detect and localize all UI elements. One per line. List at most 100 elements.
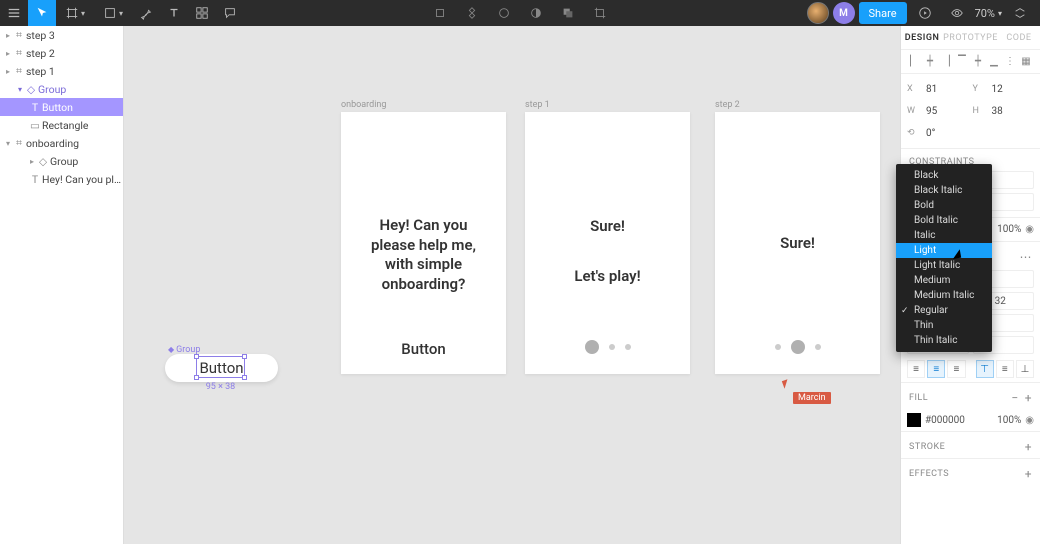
fill-add-icon[interactable]: + xyxy=(1025,391,1032,405)
toolbar-center xyxy=(426,0,614,26)
move-tool[interactable] xyxy=(28,0,56,26)
layer-step3[interactable]: ▸⌗step 3 xyxy=(0,26,123,44)
crop-icon[interactable] xyxy=(426,0,454,26)
cursor-icon xyxy=(952,247,960,260)
comment-tool[interactable] xyxy=(216,0,244,26)
stroke-title: STROKE+ xyxy=(901,431,1040,458)
opacity-value[interactable]: 100% xyxy=(987,224,1021,235)
contrast-icon[interactable] xyxy=(522,0,550,26)
align-right-icon[interactable]: ▕ xyxy=(939,55,953,69)
component-create-icon[interactable] xyxy=(458,0,486,26)
step2-heading: Sure! xyxy=(715,234,880,254)
font-weight-option[interactable]: Medium xyxy=(896,273,992,288)
transform-props: X Y W H ⟲ xyxy=(901,74,1040,148)
present-icon[interactable] xyxy=(911,0,939,26)
frame-title-onboarding[interactable]: onboarding xyxy=(341,100,386,110)
align-vcenter-icon[interactable]: ┿ xyxy=(971,55,985,69)
layer-group[interactable]: ▾◇Group xyxy=(0,80,123,98)
layer-onboarding[interactable]: ▾⌗onboarding xyxy=(0,134,123,152)
font-weight-option[interactable]: Medium Italic xyxy=(896,288,992,303)
frame-title-step2[interactable]: step 2 xyxy=(715,100,740,110)
layer-step1[interactable]: ▸⌗step 1 xyxy=(0,62,123,80)
fill-row: #000000 100% ◉ xyxy=(901,409,1040,431)
dot-2 xyxy=(609,344,615,350)
input-x[interactable] xyxy=(923,80,969,98)
text-valign-mid[interactable]: ≡ xyxy=(996,360,1014,378)
tidy-icon[interactable]: ▦ xyxy=(1019,55,1033,69)
dot-1 xyxy=(585,340,599,354)
menu-icon[interactable] xyxy=(0,0,28,26)
fill-opacity[interactable]: 100% xyxy=(987,415,1021,426)
tab-design[interactable]: DESIGN xyxy=(901,26,943,49)
text-align-right[interactable]: ≡ xyxy=(947,360,965,378)
font-weight-option[interactable]: Light Italic xyxy=(896,258,992,273)
text-align-center[interactable]: ≡ xyxy=(927,360,945,378)
align-left-icon[interactable]: ▏ xyxy=(907,55,921,69)
font-weight-option[interactable]: Black xyxy=(896,168,992,183)
zoom-select[interactable]: 70%▾ xyxy=(975,7,1002,20)
font-weight-option[interactable]: Bold xyxy=(896,198,992,213)
frame-title-step1[interactable]: step 1 xyxy=(525,100,550,110)
layer-button[interactable]: TButton xyxy=(0,98,123,116)
font-weight-option[interactable]: Light xyxy=(896,243,992,258)
frame-tool[interactable]: ▾ xyxy=(56,0,94,26)
selection-size-label: 95 × 38 xyxy=(196,382,245,392)
text-align-row: ≡ ≡ ≡ ⊤ ≡ ⊥ xyxy=(901,356,1040,382)
align-top-icon[interactable]: ▔ xyxy=(955,55,969,69)
tab-prototype[interactable]: PROTOTYPE xyxy=(943,26,998,49)
components-icon[interactable] xyxy=(188,0,216,26)
fill-hex[interactable]: #000000 xyxy=(925,415,983,426)
font-weight-option[interactable]: Italic xyxy=(896,228,992,243)
layer-hey-text[interactable]: THey! Can you please h… xyxy=(0,170,123,188)
font-weight-option[interactable]: Black Italic xyxy=(896,183,992,198)
frame-step1[interactable]: Sure! Let's play! xyxy=(525,112,690,374)
font-weight-option[interactable]: Thin Italic xyxy=(896,333,992,348)
text-valign-top[interactable]: ⊤ xyxy=(976,360,994,378)
visibility-toggle[interactable]: ◉ xyxy=(1025,224,1034,235)
avatar-user1[interactable] xyxy=(807,2,829,24)
layer-step2[interactable]: ▸⌗step 2 xyxy=(0,44,123,62)
canvas[interactable]: onboarding Hey! Can you please help me, … xyxy=(124,26,900,544)
font-size-input[interactable]: 32 xyxy=(990,292,1034,310)
layer-group2[interactable]: ▸◇Group xyxy=(0,152,123,170)
frame-onboarding[interactable]: Hey! Can you please help me, with simple… xyxy=(341,112,506,374)
fill-remove-icon[interactable]: − xyxy=(1011,391,1018,405)
text-valign-bot[interactable]: ⊥ xyxy=(1016,360,1034,378)
align-hcenter-icon[interactable]: ┿ xyxy=(923,55,937,69)
avatar-user2[interactable]: M xyxy=(833,2,855,24)
text-tool[interactable] xyxy=(160,0,188,26)
text-more-icon[interactable]: ⋯ xyxy=(1020,250,1033,264)
fill-visibility[interactable]: ◉ xyxy=(1025,415,1034,426)
input-w[interactable] xyxy=(923,102,969,120)
frame-step2[interactable]: Sure! xyxy=(715,112,880,374)
shape-tool[interactable]: ▾ xyxy=(94,0,132,26)
remote-cursor-pointer xyxy=(782,379,790,389)
fill-title: FILL−+ xyxy=(901,382,1040,409)
dot-1b xyxy=(775,344,781,350)
font-weight-dropdown[interactable]: BlackBlack ItalicBoldBold ItalicItalicLi… xyxy=(896,164,992,352)
view-icon[interactable] xyxy=(943,0,971,26)
text-align-left[interactable]: ≡ xyxy=(907,360,925,378)
fill-swatch[interactable] xyxy=(907,413,921,427)
expand-icon[interactable] xyxy=(1006,0,1034,26)
stroke-add-icon[interactable]: + xyxy=(1025,440,1032,454)
font-weight-option[interactable]: Bold Italic xyxy=(896,213,992,228)
boolean-icon[interactable] xyxy=(554,0,582,26)
top-toolbar: ▾ ▾ M Share 70%▾ xyxy=(0,0,1040,26)
input-h[interactable] xyxy=(989,102,1035,120)
input-rotation[interactable] xyxy=(923,124,969,142)
step1-heading-a: Sure! xyxy=(525,217,690,237)
tab-code[interactable]: CODE xyxy=(998,26,1040,49)
font-weight-option[interactable]: ✓Regular xyxy=(896,303,992,318)
input-y[interactable] xyxy=(989,80,1035,98)
align-bottom-icon[interactable]: ▁ xyxy=(987,55,1001,69)
dot-2b xyxy=(791,340,805,354)
share-button[interactable]: Share xyxy=(859,2,907,24)
layer-rectangle[interactable]: ▭Rectangle xyxy=(0,116,123,134)
effects-add-icon[interactable]: + xyxy=(1025,467,1032,481)
font-weight-option[interactable]: Thin xyxy=(896,318,992,333)
mask-icon[interactable] xyxy=(490,0,518,26)
crop-alt-icon[interactable] xyxy=(586,0,614,26)
distribute-icon[interactable]: ⋮ xyxy=(1003,55,1017,69)
pen-tool[interactable] xyxy=(132,0,160,26)
